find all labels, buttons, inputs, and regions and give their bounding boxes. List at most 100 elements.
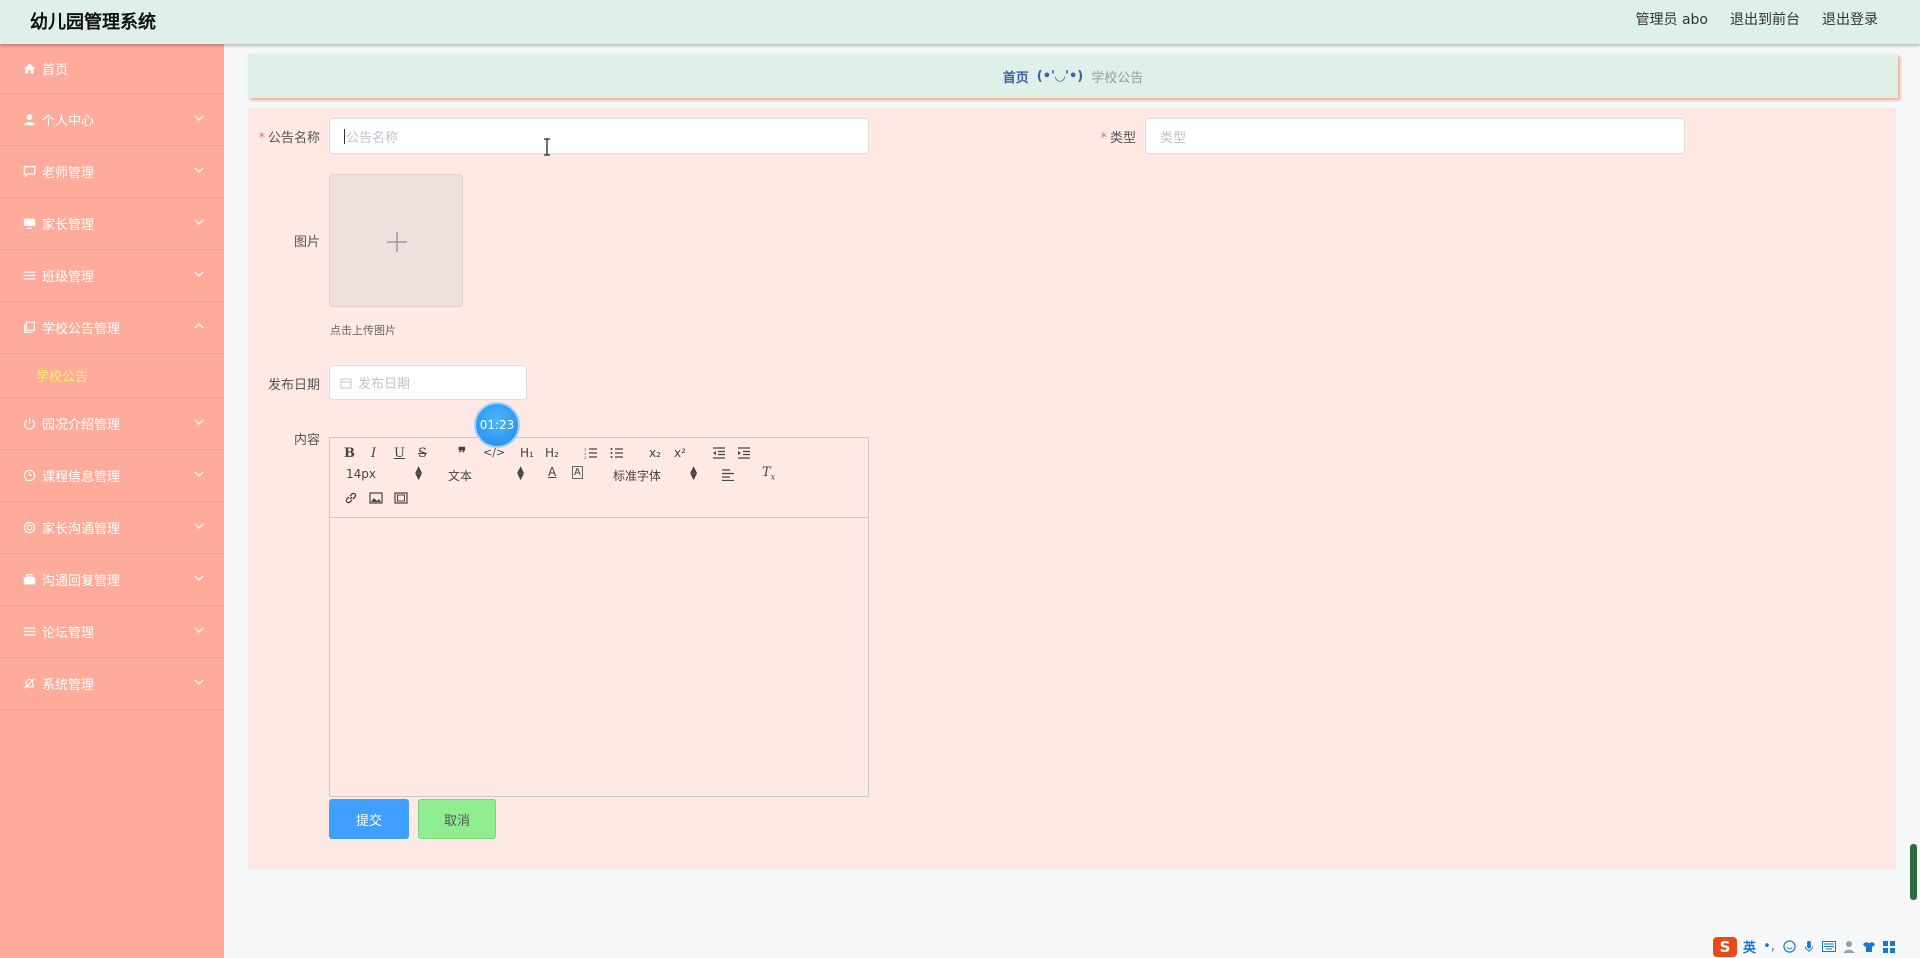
sidebar-item-courses[interactable]: 课程信息管理 [0,450,224,502]
subscript-button[interactable]: x₂ [649,446,661,460]
bold-button[interactable]: B [344,446,355,461]
briefcase-icon [22,573,36,587]
emoji-icon[interactable] [1782,940,1796,954]
name-label-text: 公告名称 [267,131,320,146]
sidebar-item-profile[interactable]: 个人中心 [0,94,224,146]
select-arrow-icon: ▲ ▼ [517,465,524,482]
sidebar-item-teachers[interactable]: 老师管理 [0,146,224,198]
clear-format-button[interactable]: Tx [762,465,775,482]
keyboard-icon[interactable] [1822,940,1837,954]
bell-off-icon [22,677,36,691]
type-input-placeholder: 类型 [1160,130,1187,146]
sogou-ime-logo[interactable]: S [1713,936,1737,957]
type-input[interactable]: 类型 [1145,118,1685,154]
h2-button[interactable]: H₂ [545,446,559,460]
sidebar-item-label: 论坛管理 [42,626,95,641]
calendar-icon [340,378,352,388]
ordered-list-icon[interactable]: 123 [584,447,598,459]
sidebar: 首页 个人中心 老师管理 家长管理 班级管理 学校公告管理 学校公告 园况介绍管… [0,44,224,958]
italic-button[interactable]: I [371,446,376,461]
select-arrow-icon: ▲ ▼ [415,465,422,482]
breadcrumb-home[interactable]: 首页 [1003,67,1029,86]
font-color-button[interactable]: A [548,465,556,479]
sidebar-item-label: 家长沟通管理 [42,522,121,537]
recording-timer-badge: 01:23 [474,402,520,448]
background-color-button[interactable]: A [572,466,583,479]
logout-link[interactable]: 退出登录 [1822,9,1878,29]
sidebar-item-home[interactable]: 首页 [0,44,224,94]
strike-button[interactable]: S [418,446,427,461]
text-cursor-icon [544,138,550,156]
font-family-value: 标准字体 [613,469,662,483]
chevron-down-icon [194,679,204,685]
bullet-list-icon[interactable] [610,447,624,459]
h1-button[interactable]: H₁ [520,446,534,460]
sidebar-item-label: 首页 [42,63,69,78]
font-size-select[interactable]: 14px ▲ ▼ [346,465,422,482]
sidebar-item-classes[interactable]: 班级管理 [0,250,224,302]
blockquote-button[interactable]: ❞ [458,444,466,462]
chevron-down-icon [194,419,204,425]
sidebar-item-label: 沟通回复管理 [42,574,121,589]
date-label: 发布日期 [267,378,320,393]
breadcrumb-separator: (•'◡'•) [1036,68,1084,84]
align-icon[interactable] [721,469,735,481]
chevron-down-icon [194,523,204,529]
sidebar-item-forum[interactable]: 论坛管理 [0,606,224,658]
editor-content-area[interactable] [330,518,868,796]
list-icon [22,625,36,639]
list-icon [22,269,36,283]
name-label: * 公告名称 [258,131,320,146]
text-caret [344,128,345,144]
back-to-front-link[interactable]: 退出到前台 [1730,9,1800,29]
link-icon[interactable] [344,491,358,505]
sidebar-subitem-school-announcement[interactable]: 学校公告 [0,354,224,398]
submit-button[interactable]: 提交 [329,799,409,839]
sidebar-item-label: 学校公告管理 [42,322,121,337]
target-icon [22,521,36,535]
type-label: * 类型 [1100,131,1136,146]
clock-icon [22,469,36,483]
sidebar-item-replies[interactable]: 沟通回复管理 [0,554,224,606]
user-tray-icon[interactable] [1842,940,1856,954]
text-style-value: 文本 [448,469,473,483]
rich-text-editor: B I U S ❞ </> H₁ H₂ 123 x₂ x² 14px ▲ ▼ 文本 ▲… [329,437,869,797]
sidebar-item-label: 个人中心 [42,114,95,129]
chat-icon [22,165,36,179]
text-style-select[interactable]: 文本 ▲ ▼ [448,465,524,484]
sidebar-item-label: 班级管理 [42,270,95,285]
microphone-icon[interactable] [1802,940,1816,954]
sidebar-item-kindergarten-intro[interactable]: 园况介绍管理 [0,398,224,450]
underline-button[interactable]: U [394,446,405,461]
image-icon[interactable] [369,492,383,504]
date-picker-input[interactable]: 发布日期 [329,365,527,400]
admin-user-label[interactable]: 管理员 abo [1636,9,1708,29]
chevron-down-icon [194,627,204,633]
sidebar-item-label: 系统管理 [42,678,95,693]
upload-hint: 点击上传图片 [330,324,396,337]
font-family-select[interactable]: 标准字体 ▲ ▼ [613,466,697,484]
home-icon [22,62,36,76]
ime-language-toggle[interactable]: 英 [1743,937,1756,956]
outdent-icon[interactable] [712,447,726,459]
name-input[interactable]: 公告名称 [329,118,869,154]
punctuation-icon[interactable]: •, [1762,939,1776,954]
skin-shirt-icon[interactable] [1862,940,1876,954]
breadcrumb: 首页 (•'◡'•) 学校公告 [248,54,1898,98]
indent-icon[interactable] [737,447,751,459]
scrollbar-thumb[interactable] [1910,844,1917,900]
svg-text:3: 3 [584,455,587,459]
chevron-down-icon [194,167,204,173]
sidebar-item-system[interactable]: 系统管理 [0,658,224,710]
grid-menu-icon[interactable] [1882,940,1896,954]
sidebar-item-label: 老师管理 [42,166,95,181]
sidebar-item-announcements[interactable]: 学校公告管理 [0,302,224,354]
superscript-button[interactable]: x² [674,446,686,460]
image-upload-box[interactable] [329,174,463,307]
chevron-down-icon [194,115,204,121]
sidebar-item-parent-communication[interactable]: 家长沟通管理 [0,502,224,554]
video-icon[interactable] [394,492,408,504]
cancel-button[interactable]: 取消 [418,799,496,839]
sidebar-item-parents[interactable]: 家长管理 [0,198,224,250]
code-block-button[interactable]: </> [483,446,505,459]
